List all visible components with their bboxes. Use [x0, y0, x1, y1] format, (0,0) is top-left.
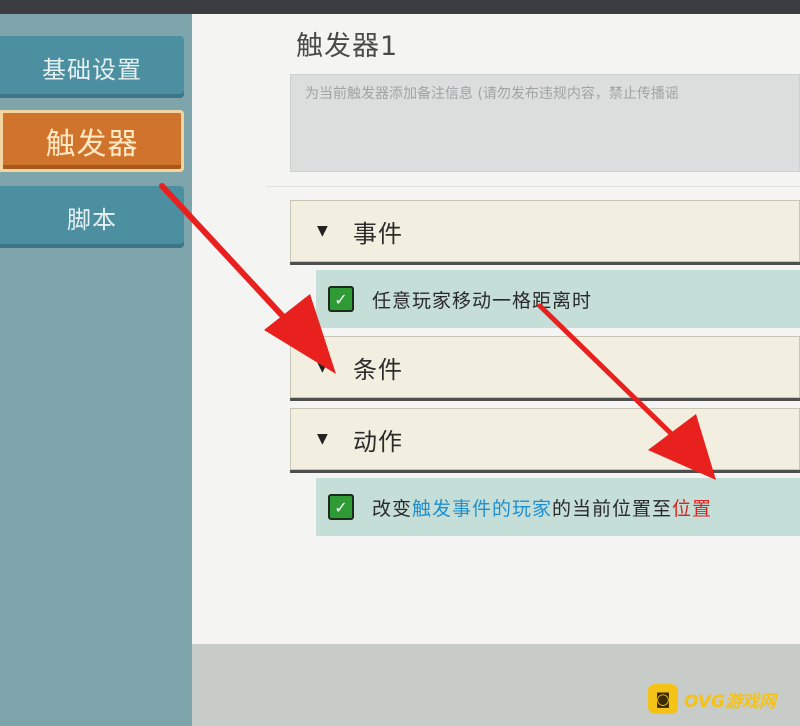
item-text: 改变触发事件的玩家的当前位置至位置 — [372, 494, 712, 521]
watermark-logo: ◙ OVG游戏网 — [648, 684, 776, 714]
param-link-triggering-player[interactable]: 触发事件的玩家 — [412, 498, 552, 520]
triangle-down-icon[interactable]: ▼ — [317, 223, 331, 239]
section-actions-header[interactable]: ▼ 动作 — [290, 408, 800, 470]
sidebar-item-label: 基础设置 — [42, 55, 142, 84]
triangle-down-icon[interactable]: ▼ — [317, 359, 331, 375]
section-label: 事件 — [353, 219, 403, 248]
param-link-position[interactable]: 位置 — [672, 498, 712, 520]
item-text: 任意玩家移动一格距离时 — [372, 289, 593, 312]
note-placeholder: 为当前触发器添加备注信息 (请勿发布违规内容，禁止传播谣 — [305, 86, 679, 102]
trigger-editor-panel: 触发器1 为当前触发器添加备注信息 (请勿发布违规内容，禁止传播谣 ▼ 事件 ✓… — [192, 14, 800, 644]
gamepad-icon: ◙ — [648, 684, 678, 714]
triangle-down-icon[interactable]: ▼ — [317, 431, 331, 447]
top-bar — [0, 0, 800, 14]
section-conditions-header[interactable]: ▼ 条件 — [290, 336, 800, 398]
checkbox-checked-icon[interactable]: ✓ — [328, 494, 354, 520]
divider — [266, 186, 800, 187]
sidebar-item-label: 触发器 — [45, 127, 139, 162]
sidebar-item-label: 脚本 — [67, 205, 117, 234]
list-item[interactable]: ✓ 任意玩家移动一格距离时 — [316, 270, 800, 328]
section-label: 条件 — [353, 355, 403, 384]
list-item[interactable]: ✓ 改变触发事件的玩家的当前位置至位置 — [316, 478, 800, 536]
sidebar-item-script[interactable]: 脚本 — [0, 186, 184, 248]
page-title[interactable]: 触发器1 — [296, 24, 398, 63]
watermark-text: OVG游戏网 — [684, 691, 776, 712]
checkbox-checked-icon[interactable]: ✓ — [328, 286, 354, 312]
sidebar: 基础设置 触发器 脚本 — [0, 14, 192, 726]
sidebar-item-basic-settings[interactable]: 基础设置 — [0, 36, 184, 98]
note-input[interactable]: 为当前触发器添加备注信息 (请勿发布违规内容，禁止传播谣 — [290, 74, 800, 172]
action-middle: 的当前位置至 — [552, 497, 673, 520]
sidebar-item-triggers[interactable]: 触发器 — [0, 110, 184, 172]
section-events-header[interactable]: ▼ 事件 — [290, 200, 800, 262]
action-prefix: 改变 — [372, 497, 413, 520]
section-label: 动作 — [353, 427, 403, 456]
